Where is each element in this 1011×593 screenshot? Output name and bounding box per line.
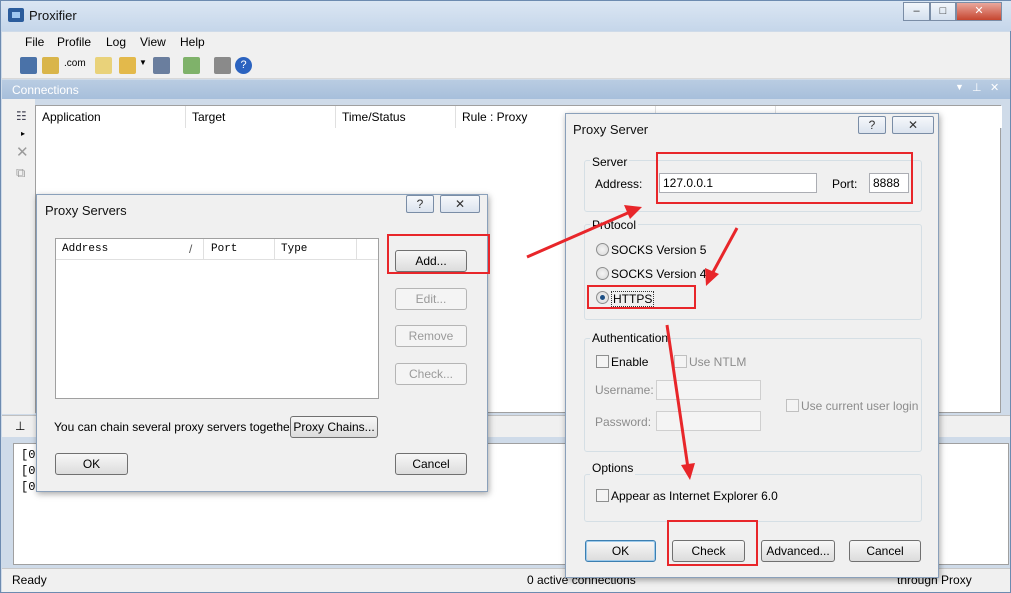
arrow-to-https (710, 227, 739, 275)
arrow-to-check (665, 324, 690, 469)
arrow-add-to-server (526, 210, 631, 259)
arrowhead (705, 268, 719, 286)
annotation-arrows (526, 205, 739, 480)
arrowhead (681, 463, 695, 480)
